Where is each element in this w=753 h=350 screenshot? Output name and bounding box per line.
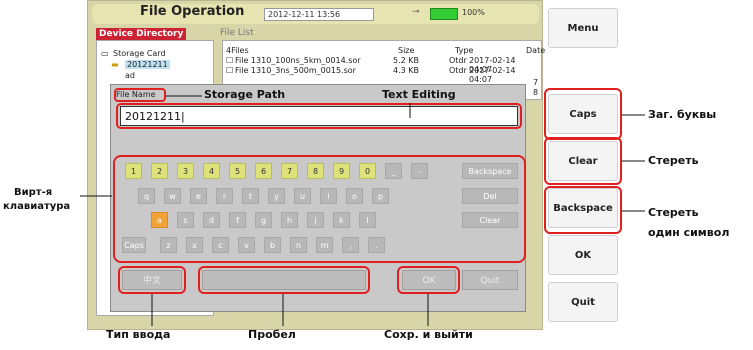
virtual-keyboard-annotation: клавиатура [3,201,71,212]
annotation-lines [80,95,645,326]
caps-annotation: Заг. буквы [648,108,717,121]
backspace-annotation: Стереть [648,206,699,219]
input-type-annotation: Тип ввода [106,328,171,341]
save-exit-annotation: Сохр. и выйти [384,328,473,341]
virtual-keyboard-annotation: Вирт-я [14,187,53,198]
space-annotation: Пробел [248,328,296,341]
storage-path-annotation: Storage Path [204,88,286,101]
backspace-annotation: один символ [648,226,730,239]
text-editing-annotation: Text Editing [382,88,456,101]
clear-annotation: Стереть [648,154,699,167]
